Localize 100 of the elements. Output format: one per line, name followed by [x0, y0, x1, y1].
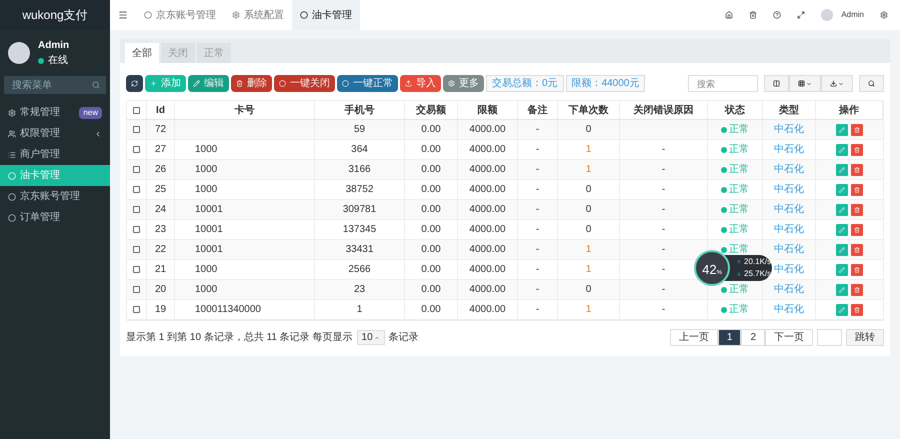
type-link[interactable]: 中石化 — [774, 142, 804, 157]
table-cell-text: 1 — [586, 143, 592, 157]
grid-button[interactable] — [789, 75, 821, 92]
table-cell-text: 1 — [586, 243, 592, 257]
delete-button[interactable] — [851, 204, 863, 216]
sidebar-item[interactable]: 油卡管理 — [0, 165, 110, 186]
table-cell-text: 21 — [155, 263, 166, 277]
page-tab[interactable]: 油卡管理 — [292, 0, 360, 30]
page-jump-field[interactable] — [817, 329, 842, 346]
add-button[interactable]: 添加 — [145, 75, 186, 92]
table-cell-text: 1000 — [195, 283, 218, 297]
menu-icon[interactable] — [118, 10, 128, 20]
trash-icon[interactable] — [749, 11, 758, 19]
import-button[interactable]: 导入 — [400, 75, 441, 92]
edit-button[interactable] — [836, 124, 848, 136]
delete-button[interactable] — [851, 244, 863, 256]
type-link[interactable]: 中石化 — [774, 262, 804, 277]
checkbox[interactable] — [133, 126, 140, 133]
help-icon[interactable] — [773, 11, 782, 19]
admin-name[interactable]: Admin — [841, 9, 864, 21]
edit-button[interactable] — [836, 164, 848, 176]
page-button[interactable]: 2 — [741, 329, 765, 346]
type-link[interactable]: 中石化 — [774, 302, 804, 317]
delete-button[interactable] — [851, 264, 863, 276]
type-link[interactable]: 中石化 — [774, 222, 804, 237]
checkbox[interactable] — [133, 306, 140, 313]
checkbox[interactable] — [133, 246, 140, 253]
sidebar-item[interactable]: 订单管理 — [0, 207, 110, 228]
edit-button[interactable] — [836, 144, 848, 156]
table-cell-text: 26 — [155, 163, 166, 177]
page-button[interactable]: 上一页 — [670, 329, 718, 346]
refresh-button[interactable] — [126, 75, 143, 92]
delete-button[interactable] — [851, 184, 863, 196]
type-link[interactable]: 中石化 — [774, 162, 804, 177]
type-link[interactable]: 中石化 — [774, 202, 804, 217]
edit-button[interactable] — [836, 184, 848, 196]
delete-button[interactable] — [851, 144, 863, 156]
table-cell-text: 1000 — [195, 183, 218, 197]
jump-button[interactable]: 跳转 — [846, 329, 884, 346]
columns-icon — [773, 80, 780, 87]
export-button[interactable] — [821, 75, 853, 92]
checkbox[interactable] — [133, 206, 140, 213]
table-cell-text: - — [662, 283, 666, 297]
sidebar-item[interactable]: 京东账号管理 — [0, 186, 110, 207]
search-icon — [92, 81, 100, 89]
fullscreen-icon[interactable] — [797, 11, 806, 19]
filter-tab[interactable]: 全部 — [125, 43, 159, 63]
edit-button[interactable] — [836, 264, 848, 276]
checkbox[interactable] — [133, 166, 140, 173]
checkbox[interactable] — [133, 106, 140, 114]
table-cell-text: - — [662, 203, 666, 217]
table-cell-text: 0 — [586, 283, 592, 297]
page-button[interactable]: 1 — [718, 329, 742, 346]
checkbox[interactable] — [133, 286, 140, 293]
more-button[interactable]: 更多 — [443, 75, 484, 92]
delete-button[interactable] — [851, 164, 863, 176]
edit-button[interactable] — [836, 204, 848, 216]
edit-button[interactable] — [836, 304, 848, 316]
edit-button[interactable] — [836, 244, 848, 256]
delete-button[interactable] — [851, 124, 863, 136]
table-cell-text: 0.00 — [421, 143, 441, 157]
table-cell-text: 0.00 — [421, 303, 441, 317]
table-cell-text: 25 — [155, 183, 166, 197]
delete-button[interactable] — [851, 284, 863, 296]
delete-button[interactable] — [851, 224, 863, 236]
table-cell-text: 1000 — [195, 143, 218, 157]
checkbox[interactable] — [133, 226, 140, 233]
type-link[interactable]: 中石化 — [774, 182, 804, 197]
grid-icon — [798, 80, 805, 87]
type-link[interactable]: 中石化 — [774, 242, 804, 257]
table-cell-text: 0.00 — [421, 203, 441, 217]
type-link[interactable]: 中石化 — [774, 282, 804, 297]
menu-search-field[interactable]: 搜索菜单 — [4, 76, 106, 94]
table-cell-text: 38752 — [346, 183, 374, 197]
checkbox[interactable] — [133, 266, 140, 273]
columns-button[interactable] — [764, 75, 789, 92]
type-link[interactable]: 中石化 — [774, 122, 804, 137]
sidebar-item[interactable]: 常规管理 new — [0, 102, 110, 123]
delete-button[interactable] — [851, 304, 863, 316]
table-cell-text: - — [536, 303, 540, 317]
settings-icon[interactable] — [880, 11, 888, 19]
sidebar-item[interactable]: 权限管理 — [0, 123, 110, 144]
edit-button[interactable] — [836, 224, 848, 236]
home-icon[interactable] — [725, 11, 734, 19]
page-button[interactable]: 下一页 — [765, 329, 813, 346]
search-button[interactable] — [859, 75, 884, 92]
sidebar-label: 商户管理 — [20, 148, 61, 162]
edit-button[interactable] — [836, 284, 848, 296]
status-text: 正常 — [729, 162, 749, 177]
checkbox[interactable] — [133, 186, 140, 193]
table-cell-text: 1000 — [195, 263, 218, 277]
users-icon — [8, 130, 16, 138]
sidebar-item[interactable]: 商户管理 — [0, 144, 110, 165]
checkbox[interactable] — [133, 146, 140, 153]
table-cell-text: 1 — [586, 163, 592, 177]
caret-icon — [806, 80, 812, 86]
page-size-dropdown[interactable]: 10 — [356, 330, 385, 345]
table-cell-text: 2566 — [348, 263, 371, 277]
search-field[interactable]: 搜索 — [688, 75, 758, 92]
table-cell-text: - — [536, 223, 540, 237]
